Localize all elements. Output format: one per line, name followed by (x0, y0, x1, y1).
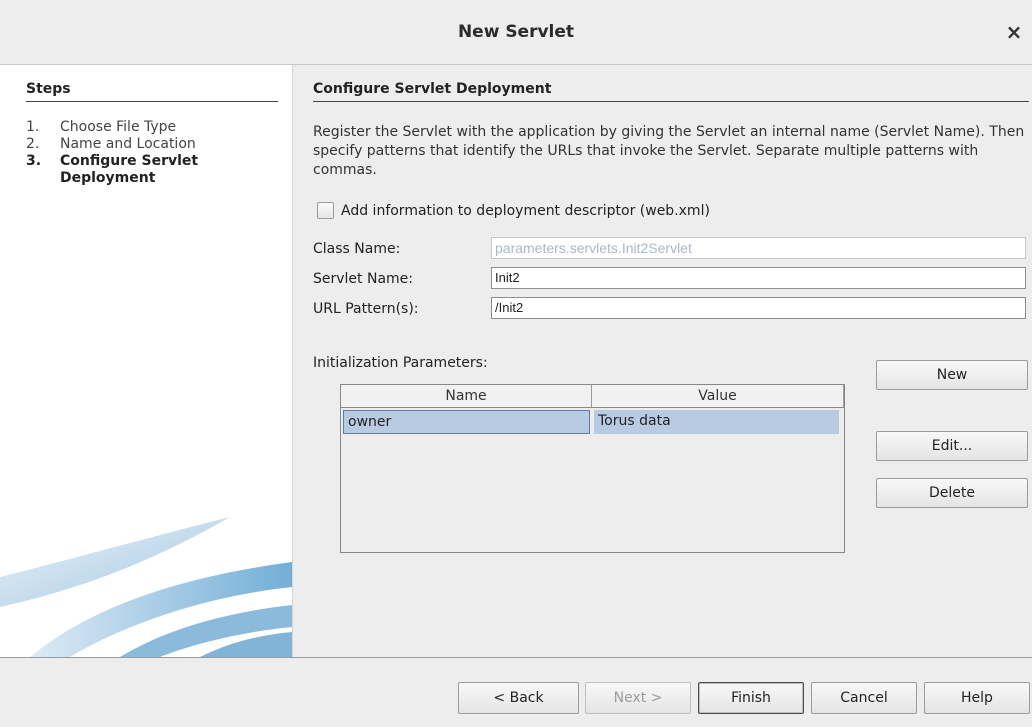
description-text: Register the Servlet with the applicatio… (313, 124, 1025, 178)
servlet-name-label: Servlet Name: (313, 271, 414, 287)
section-heading: Configure Servlet Deployment (313, 81, 1029, 102)
column-header-name[interactable]: Name (341, 385, 592, 407)
servlet-name-field[interactable]: Init2 (491, 267, 1026, 289)
next-button[interactable]: Next > (585, 682, 691, 714)
url-pattern-field[interactable]: /Init2 (491, 297, 1026, 319)
class-name-field: parameters.servlets.Init2Servlet (491, 237, 1026, 259)
title-bar: New Servlet × (0, 0, 1032, 65)
step-number: 1. (26, 119, 40, 135)
step-item: 1. Choose File Type (26, 119, 286, 136)
table-row[interactable]: owner Torus data (341, 410, 844, 434)
step-number: 2. (26, 136, 40, 152)
init-params-label: Initialization Parameters: (313, 355, 488, 371)
dialog-title: New Servlet (457, 22, 575, 42)
step-item: 2. Name and Location (26, 136, 286, 153)
edit-button[interactable]: Edit... (876, 431, 1028, 461)
deployment-descriptor-checkbox-row[interactable]: Add information to deployment descriptor… (317, 202, 710, 219)
help-button[interactable]: Help (924, 682, 1030, 714)
column-header-value[interactable]: Value (592, 385, 844, 407)
close-icon[interactable]: × (1004, 22, 1024, 42)
button-bar: < Back Next > Finish Cancel Help (0, 657, 1032, 727)
table-header: Name Value (341, 385, 844, 408)
main-panel: Configure Servlet Deployment Register th… (293, 65, 1032, 657)
new-button[interactable]: New (876, 360, 1028, 390)
delete-button[interactable]: Delete (876, 478, 1028, 508)
cancel-button[interactable]: Cancel (811, 682, 917, 714)
step-number: 3. (26, 153, 42, 169)
finish-button[interactable]: Finish (698, 682, 804, 714)
param-value-cell[interactable]: Torus data (594, 410, 839, 434)
step-label: Choose File Type (60, 119, 177, 135)
param-name-cell[interactable]: owner (343, 410, 590, 434)
back-button[interactable]: < Back (458, 682, 579, 714)
wizard-decoration-graphic (0, 517, 292, 657)
checkbox-label[interactable]: Add information to deployment descriptor… (341, 203, 710, 219)
steps-list: 1. Choose File Type 2. Name and Location… (26, 119, 286, 187)
class-name-label: Class Name: (313, 241, 401, 257)
url-pattern-label: URL Pattern(s): (313, 301, 419, 317)
step-label: Name and Location (60, 136, 196, 152)
step-item-active: 3. Configure Servlet Deployment (26, 153, 286, 187)
step-label: Configure Servlet Deployment (60, 153, 199, 186)
deployment-descriptor-checkbox[interactable] (317, 202, 334, 219)
steps-panel: Steps 1. Choose File Type 2. Name and Lo… (0, 65, 293, 657)
init-params-table[interactable]: Name Value owner Torus data (340, 384, 845, 553)
steps-heading: Steps (26, 81, 278, 102)
